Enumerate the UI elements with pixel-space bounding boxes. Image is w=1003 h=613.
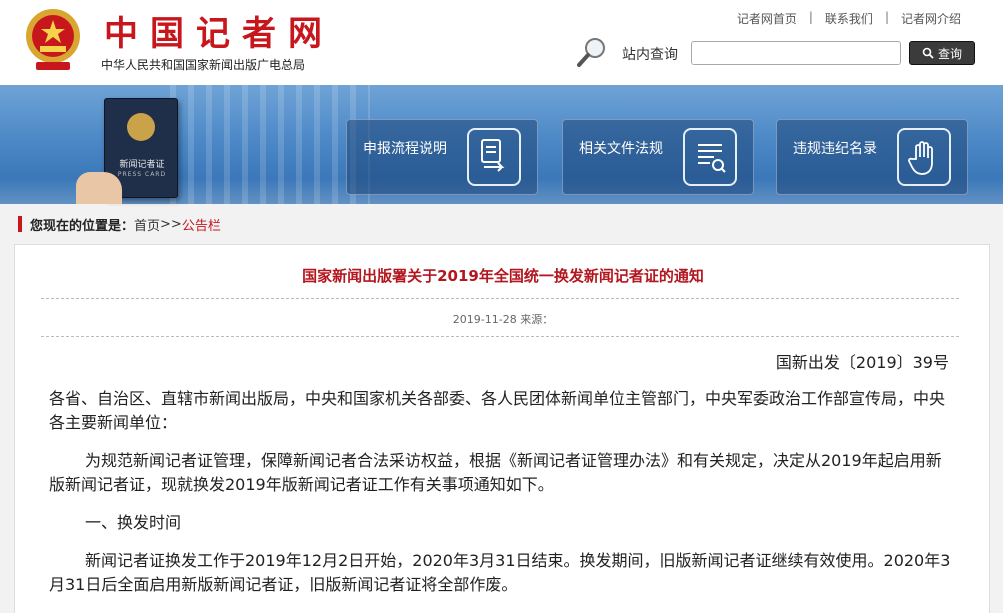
- tile-label: 申报流程说明: [363, 141, 447, 157]
- site-title[interactable]: 中国记者网: [104, 6, 334, 55]
- national-emblem-icon: [26, 9, 80, 70]
- tile-related-regulations[interactable]: 相关文件法规: [562, 119, 754, 195]
- breadcrumb-marker: [18, 216, 22, 232]
- article-paragraph: 为规范新闻记者证管理，保障新闻记者合法采访权益，根据《新闻记者证管理办法》和有关…: [49, 451, 942, 494]
- search-button[interactable]: 查询: [909, 41, 975, 65]
- breadcrumb-home-link[interactable]: 首页: [134, 215, 160, 234]
- document-number: 国新出发〔2019〕39号: [775, 353, 949, 372]
- divider: [41, 298, 959, 299]
- press-card-title: 新闻记者证: [119, 160, 165, 170]
- top-link-contact[interactable]: 联系我们: [813, 10, 885, 27]
- top-link-about[interactable]: 记者网介绍: [889, 10, 973, 27]
- article-section-heading: 一、换发时间: [85, 513, 182, 532]
- document-search-icon: [683, 128, 737, 186]
- breadcrumb-separator: >>: [160, 216, 182, 232]
- article-paragraph: 新闻记者证换发工作于2019年12月2日开始，2020年3月31日结束。换发期间…: [49, 551, 951, 594]
- magnifier-icon: [577, 38, 605, 67]
- tile-label: 相关文件法规: [579, 141, 663, 157]
- stop-hand-icon: [897, 128, 951, 186]
- breadcrumb-current-link[interactable]: 公告栏: [182, 215, 221, 234]
- tile-violation-list[interactable]: 违规违纪名录: [776, 119, 968, 195]
- search-label: 站内查询: [622, 47, 678, 63]
- top-links: 记者网首页 | 联系我们 | 记者网介绍: [725, 10, 973, 27]
- article-paragraph: 各省、自治区、直辖市新闻出版局，中央和国家机关各部委、各人民团体新闻单位主管部门…: [49, 389, 946, 432]
- breadcrumb: 您现在的位置是： 首页 >> 公告栏: [18, 215, 221, 234]
- emblem-badge-icon: [127, 113, 155, 141]
- hand-graphic: [76, 172, 122, 204]
- search-icon: [922, 47, 934, 59]
- search-input[interactable]: [691, 41, 901, 65]
- article-meta: 2019-11-28 来源：: [452, 313, 554, 326]
- article-body: 各省、自治区、直辖市新闻出版局，中央和国家机关各部委、各人民团体新闻单位主管部门…: [49, 387, 953, 611]
- tile-label: 违规违纪名录: [793, 141, 877, 157]
- article-title: 国家新闻出版署关于2019年全国统一换发新闻记者证的通知: [302, 267, 704, 285]
- document-arrow-icon: [467, 128, 521, 186]
- site-subtitle: 中华人民共和国国家新闻出版广电总局: [101, 58, 306, 72]
- tile-application-process[interactable]: 申报流程说明: [346, 119, 538, 195]
- divider: [41, 336, 959, 337]
- site-header: 中国记者网 中华人民共和国国家新闻出版广电总局 记者网首页 | 联系我们 | 记…: [0, 0, 1003, 85]
- top-link-home[interactable]: 记者网首页: [725, 10, 809, 27]
- article-panel: 国家新闻出版署关于2019年全国统一换发新闻记者证的通知 2019-11-28 …: [14, 244, 990, 613]
- breadcrumb-lead: 您现在的位置是：: [30, 218, 135, 234]
- search-button-label: 查询: [937, 46, 962, 61]
